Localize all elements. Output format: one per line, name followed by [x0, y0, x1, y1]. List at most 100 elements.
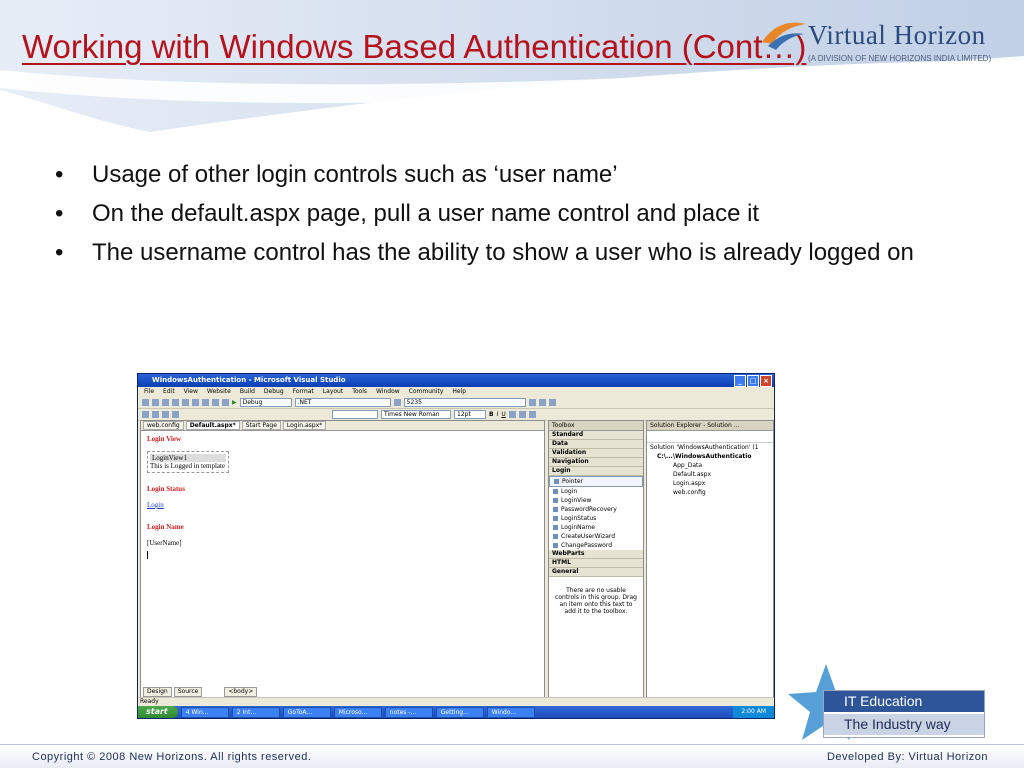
- taskbar-button[interactable]: Getting...: [435, 706, 484, 718]
- toolbox-cat-navigation[interactable]: Navigation: [549, 458, 643, 467]
- taskbar-button[interactable]: GoToA...: [282, 706, 331, 718]
- toolbox-item-pointer[interactable]: Pointer: [549, 476, 643, 487]
- menu-file[interactable]: File: [144, 387, 154, 397]
- toolbox-item-createuserwizard[interactable]: CreateUserWizard: [549, 532, 643, 541]
- taskbar-button[interactable]: 2 Int...: [231, 706, 280, 718]
- redo-icon[interactable]: [222, 399, 229, 406]
- vs-toolbar-standard: ▶ Debug .NET 5235: [138, 397, 774, 409]
- default-aspx-node[interactable]: Default.aspx: [647, 470, 773, 479]
- tab-web-config[interactable]: web.config: [143, 421, 184, 430]
- badge-line1: IT Education: [824, 691, 984, 712]
- menu-format[interactable]: Format: [293, 387, 314, 397]
- login-name-control[interactable]: [UserName]: [147, 539, 229, 547]
- windows-taskbar: start 4 Win... 2 Int... GoToA... Microso…: [138, 706, 774, 718]
- menu-website[interactable]: Website: [207, 387, 231, 397]
- menu-edit[interactable]: Edit: [163, 387, 175, 397]
- toolbox-item-loginview[interactable]: LoginView: [549, 496, 643, 505]
- size-combo[interactable]: 12pt: [454, 410, 486, 419]
- menu-help[interactable]: Help: [452, 387, 466, 397]
- toolbox-item-loginstatus[interactable]: LoginStatus: [549, 514, 643, 523]
- bullet-text: Usage of other login controls such as ‘u…: [92, 161, 618, 188]
- toolbox-item-passwordrecovery[interactable]: PasswordRecovery: [549, 505, 643, 514]
- cut-icon[interactable]: [182, 399, 189, 406]
- menu-window[interactable]: Window: [376, 387, 400, 397]
- toolbox-item-changepassword[interactable]: ChangePassword: [549, 541, 643, 550]
- bullet-item: • The username control has the ability to…: [55, 236, 955, 269]
- login-status-heading: Login Status: [147, 485, 185, 493]
- minimize-icon[interactable]: _: [734, 375, 746, 387]
- config-combo[interactable]: Debug: [239, 398, 292, 407]
- indent-icon[interactable]: [142, 411, 149, 418]
- taskbar-button[interactable]: 4 Win...: [180, 706, 229, 718]
- platform-combo[interactable]: .NET: [294, 398, 391, 407]
- menu-view[interactable]: View: [184, 387, 198, 397]
- footer: Copyright © 2008 New Horizons. All right…: [0, 744, 1024, 768]
- new-project-icon[interactable]: [142, 399, 149, 406]
- comment-icon[interactable]: [162, 411, 169, 418]
- web-config-node[interactable]: web.config: [647, 488, 773, 497]
- undo-icon[interactable]: [212, 399, 219, 406]
- menu-build[interactable]: Build: [240, 387, 255, 397]
- bullets-icon[interactable]: [528, 411, 536, 418]
- style-combo[interactable]: [332, 410, 378, 419]
- start-debug-icon[interactable]: ▶: [232, 399, 237, 406]
- menu-layout[interactable]: Layout: [323, 387, 343, 397]
- bold-icon[interactable]: B: [489, 411, 494, 418]
- project-node[interactable]: C:\...\WindowsAuthenticatio: [647, 452, 773, 461]
- login-aspx-node[interactable]: Login.aspx: [647, 479, 773, 488]
- toolbox-icon[interactable]: [548, 399, 556, 406]
- bullet-text: On the default.aspx page, pull a user na…: [92, 200, 760, 228]
- tag-navigator-body[interactable]: <body>: [224, 687, 258, 697]
- toolbox-cat-validation[interactable]: Validation: [549, 449, 643, 458]
- menu-tools[interactable]: Tools: [352, 387, 367, 397]
- tab-source[interactable]: Source: [173, 687, 203, 697]
- toolbox-cat-data[interactable]: Data: [549, 440, 643, 449]
- maximize-icon[interactable]: □: [747, 375, 759, 387]
- app-data-node[interactable]: App_Data: [647, 461, 773, 470]
- underline-icon[interactable]: U: [501, 411, 505, 418]
- loginview-header: LoginView1: [150, 454, 226, 462]
- save-all-icon[interactable]: [172, 399, 179, 406]
- menu-community[interactable]: Community: [409, 387, 444, 397]
- open-icon[interactable]: [152, 399, 159, 406]
- tab-start-page[interactable]: Start Page: [241, 421, 281, 430]
- toolbox-item-loginname[interactable]: LoginName: [549, 523, 643, 532]
- bullet-list: • Usage of other login controls such as ‘…: [55, 158, 955, 275]
- toolbox-cat-html[interactable]: HTML: [549, 559, 643, 568]
- font-color-icon[interactable]: [508, 411, 516, 418]
- taskbar-button[interactable]: notes -...: [384, 706, 433, 718]
- toolbox-cat-general[interactable]: General: [549, 568, 643, 577]
- outdent-icon[interactable]: [152, 411, 159, 418]
- solution-explorer-icon[interactable]: [528, 399, 536, 406]
- developed-by-text: Developed By: Virtual Horizon: [826, 751, 988, 763]
- uncomment-icon[interactable]: [172, 411, 179, 418]
- start-button[interactable]: start: [138, 706, 178, 718]
- align-left-icon[interactable]: [518, 411, 526, 418]
- toolbox-item-login[interactable]: Login: [549, 487, 643, 496]
- font-combo[interactable]: Times New Roman: [381, 410, 451, 419]
- find-combo[interactable]: 5235: [403, 398, 526, 407]
- login-view-heading: Login View: [147, 435, 182, 443]
- close-icon[interactable]: ×: [760, 375, 772, 387]
- toolbox-cat-webparts[interactable]: WebParts: [549, 550, 643, 559]
- italic-icon[interactable]: I: [497, 411, 499, 418]
- loginview-control[interactable]: LoginView1 This is Logged in template: [147, 451, 229, 473]
- toolbox-cat-standard[interactable]: Standard: [549, 431, 643, 440]
- tab-login-aspx[interactable]: Login.aspx*: [282, 421, 327, 430]
- bullet-item: • Usage of other login controls such as ‘…: [55, 158, 955, 191]
- tab-design[interactable]: Design: [143, 687, 172, 697]
- find-icon[interactable]: [393, 399, 401, 406]
- login-status-link[interactable]: Login: [147, 501, 229, 509]
- menu-debug[interactable]: Debug: [264, 387, 284, 397]
- taskbar-button[interactable]: Windo...: [486, 706, 535, 718]
- taskbar-button[interactable]: Microso...: [333, 706, 382, 718]
- save-icon[interactable]: [162, 399, 169, 406]
- tab-default-aspx[interactable]: Default.aspx*: [185, 421, 240, 430]
- paste-icon[interactable]: [202, 399, 209, 406]
- logo-name: Virtual Horizon: [808, 20, 986, 50]
- vs-status-bar: Ready: [138, 697, 774, 706]
- properties-icon[interactable]: [538, 399, 546, 406]
- solution-node[interactable]: Solution 'WindowsAuthentication' (1: [647, 443, 773, 452]
- toolbox-cat-login[interactable]: Login: [549, 467, 643, 476]
- copy-icon[interactable]: [192, 399, 199, 406]
